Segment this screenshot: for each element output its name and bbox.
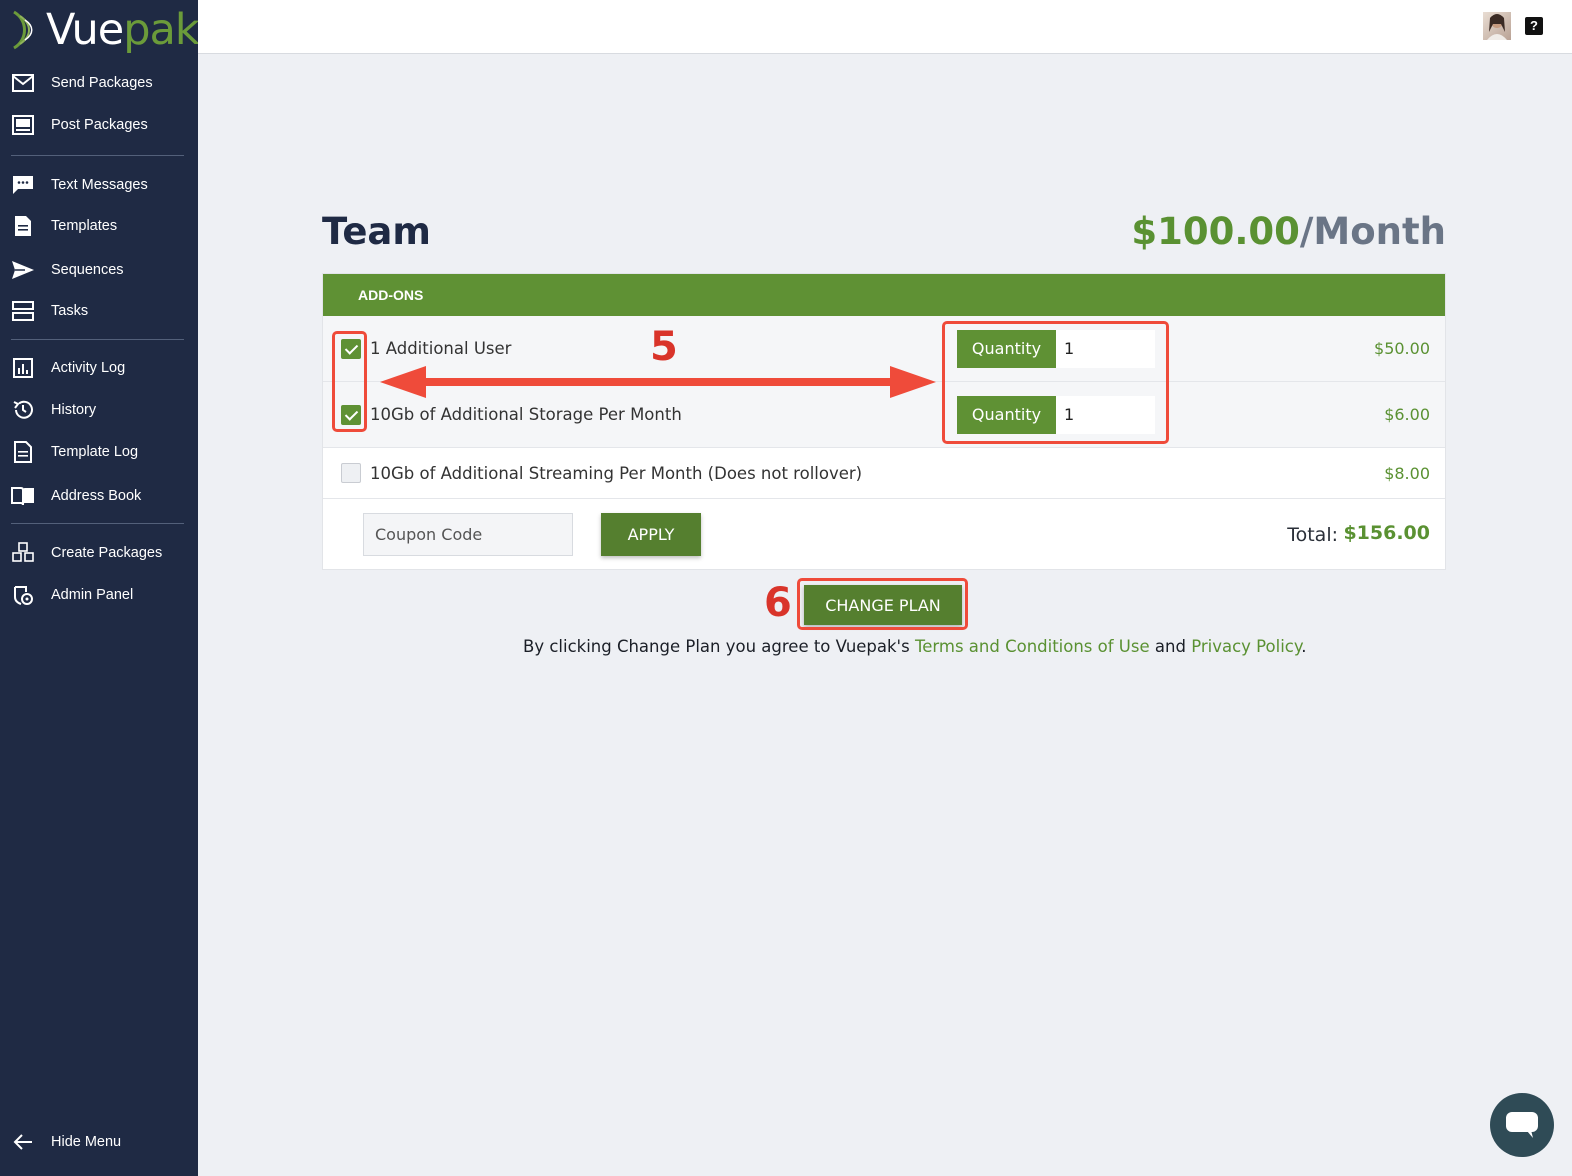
document-list-icon [11,440,35,464]
sidebar-item-send-packages[interactable]: Send Packages [0,65,198,101]
plan-price: $100.00/Month [1131,210,1446,253]
addon-label: 1 Additional User [370,339,512,358]
sidebar-item-label: Post Packages [51,117,148,133]
history-icon [11,398,35,422]
vuepak-logo[interactable]: Vuepak [10,5,200,55]
addon-price: $8.00 [1384,463,1430,483]
sidebar-item-label: History [51,402,97,418]
book-icon [11,484,35,508]
addon-label: 10Gb of Additional Storage Per Month [370,405,682,424]
sidebar-item-post-packages[interactable]: Post Packages [0,107,198,143]
bar-chart-icon [11,356,35,380]
total-value: $156.00 [1343,522,1430,544]
top-bar: ? [198,0,1572,54]
sidebar-item-activity-log[interactable]: Activity Log [0,350,198,386]
sidebar-item-label: Sequences [51,262,124,278]
annotation-double-arrow [380,366,936,398]
sidebar-item-address-book[interactable]: Address Book [0,478,198,514]
plan-price-amount: $100.00 [1131,210,1300,253]
sidebar-item-label: Templates [51,218,118,234]
document-icon [11,214,35,238]
annotation-box-change-plan [797,578,968,630]
sidebar-item-label: Admin Panel [51,587,134,603]
addon-label: 10Gb of Additional Streaming Per Month (… [370,463,863,483]
logo-text-pak: pak [123,5,200,55]
coupon-code-input[interactable] [363,513,573,556]
total-label: Total: [1287,524,1338,546]
plan-name: Team [322,210,431,253]
sidebar-item-admin-panel[interactable]: Admin Panel [0,577,198,613]
annotation-number-6: 6 [764,580,792,626]
addon-price: $50.00 [1374,339,1430,358]
sidebar-divider [11,155,184,156]
chat-widget-button[interactable] [1490,1093,1554,1157]
sidebar-item-sequences[interactable]: Sequences [0,252,198,288]
sidebar-item-label: Text Messages [51,177,148,193]
sidebar-item-templates[interactable]: Templates [0,208,198,244]
admin-icon [11,583,35,607]
agreement-suffix: . [1301,637,1307,656]
paper-plane-icon [11,258,35,282]
sidebar-item-label: Address Book [51,488,142,504]
help-button[interactable]: ? [1525,17,1543,35]
sidebar-divider [11,339,184,340]
sidebar-divider [11,523,184,524]
sidebar-item-template-log[interactable]: Template Log [0,434,198,470]
hide-menu-label: Hide Menu [51,1134,122,1150]
addon-row-additional-streaming: 10Gb of Additional Streaming Per Month (… [323,448,1445,499]
chat-bubble-icon [11,173,35,197]
sidebar-item-create-packages[interactable]: Create Packages [0,535,198,571]
apply-coupon-button[interactable]: APPLY [601,513,701,556]
sidebar-item-label: Activity Log [51,360,126,376]
chat-icon [1506,1112,1538,1138]
addons-card: ADD-ONS 1 Additional User Quantity $50.0… [322,273,1446,570]
terms-link[interactable]: Terms and Conditions of Use [915,637,1150,656]
addons-header: ADD-ONS [323,274,1445,316]
logo-text-vue: Vue [46,5,124,55]
sidebar-item-tasks[interactable]: Tasks [0,293,198,329]
agreement-prefix: By clicking Change Plan you agree to Vue… [523,637,915,656]
annotation-box-checkboxes [332,331,367,432]
envelope-icon [11,71,35,95]
sidebar-item-text-messages[interactable]: Text Messages [0,167,198,203]
sidebar-item-label: Tasks [51,303,89,319]
addon-price: $6.00 [1384,405,1430,424]
addon-checkbox-additional-streaming[interactable] [341,463,361,483]
tasks-icon [11,299,35,323]
sidebar-item-history[interactable]: History [0,392,198,428]
sidebar-item-label: Send Packages [51,75,153,91]
agreement-and: and [1149,637,1192,656]
privacy-policy-link[interactable]: Privacy Policy [1191,637,1301,656]
annotation-box-quantities [942,321,1169,444]
sidebar-item-label: Create Packages [51,545,163,561]
cubes-icon [11,541,35,565]
arrow-left-icon [11,1130,35,1154]
post-icon [11,113,35,137]
plan-price-period: /Month [1299,210,1446,253]
logo-mark-icon [13,10,33,50]
sidebar-item-label: Template Log [51,444,139,460]
agreement-text: By clicking Change Plan you agree to Vue… [523,637,1307,656]
user-avatar[interactable] [1483,12,1511,40]
sidebar: Vuepak Send Packages Post Packages Text … [0,0,200,1176]
hide-menu-button[interactable]: Hide Menu [0,1124,198,1160]
